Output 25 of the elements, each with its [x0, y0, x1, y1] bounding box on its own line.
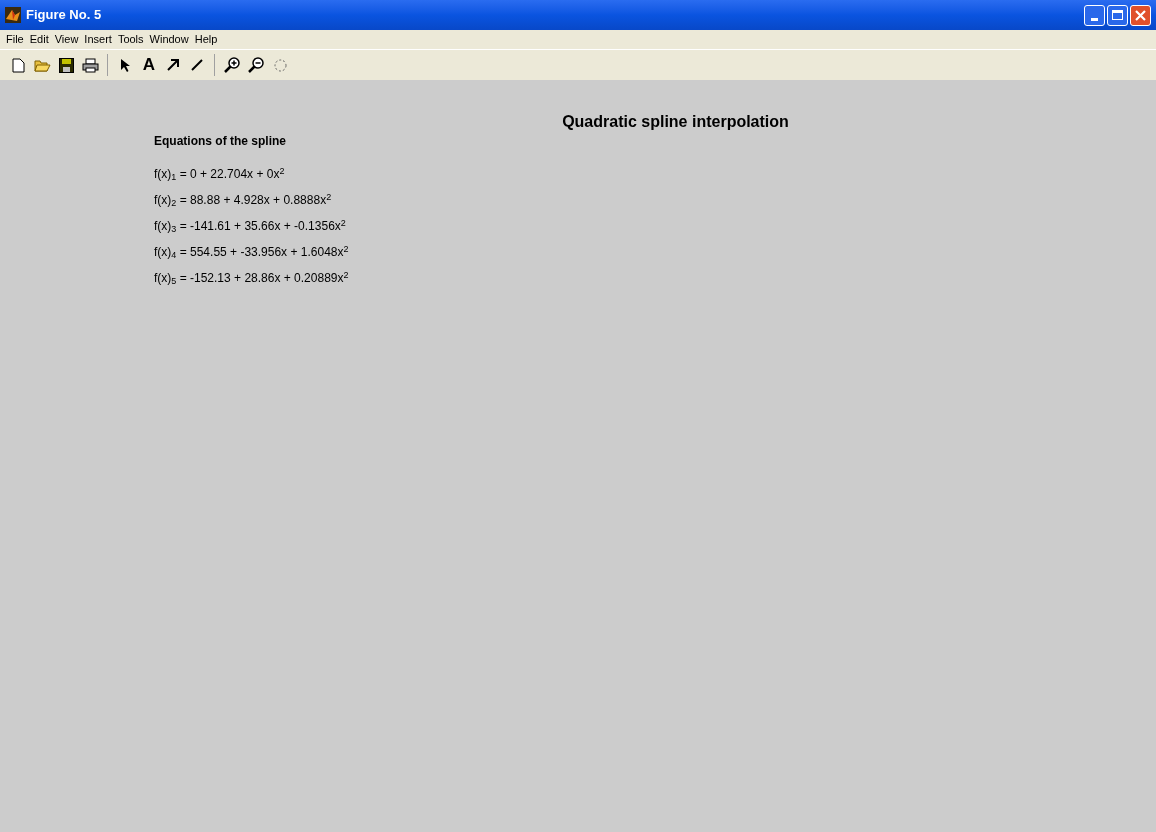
menu-item[interactable]: Insert — [81, 31, 115, 48]
close-icon — [1135, 9, 1146, 21]
save-icon[interactable] — [56, 55, 76, 75]
zoom-out-icon[interactable] — [246, 55, 266, 75]
zoom-in-icon[interactable] — [222, 55, 242, 75]
window-title: Figure No. 5 — [26, 6, 102, 25]
equations-heading: Equations of the spline — [154, 133, 287, 150]
minimize-button[interactable] — [1084, 4, 1105, 26]
menu-item[interactable]: Tools — [114, 31, 147, 48]
print-icon[interactable] — [80, 55, 100, 75]
text-tool-button[interactable]: A — [139, 55, 159, 75]
menu-item[interactable]: File — [3, 31, 27, 48]
equation-text: f(x)$_{1}$ = 0 + 22.704x + 0x$^{2}$ — [154, 165, 286, 184]
figure-title: Quadratic spline interpolation — [562, 112, 789, 132]
close-button[interactable] — [1130, 4, 1151, 26]
equation-text: f(x)$_{3}$ = -141.61 + 35.66x + -0.1356x$^{2}$ — [154, 217, 347, 236]
menu-item[interactable]: Edit — [26, 31, 52, 48]
menu-item[interactable]: Window — [146, 31, 192, 48]
menu-item[interactable]: View — [51, 31, 82, 48]
maximize-button[interactable] — [1107, 4, 1128, 26]
equation-text: f(x)$_{5}$ = -152.13 + 28.86x + 0.20889x$^{2}$ — [154, 269, 350, 288]
equation-text: f(x)$_{2}$ = 88.88 + 4.928x + 0.8888x$^{2}$ — [154, 191, 333, 210]
menu-item[interactable]: Help — [191, 31, 221, 48]
app-logo-icon — [5, 7, 21, 23]
equation-text: f(x)$_{4}$ = 554.55 + -33.956x + 1.6048x$^{2}$ — [154, 243, 350, 262]
